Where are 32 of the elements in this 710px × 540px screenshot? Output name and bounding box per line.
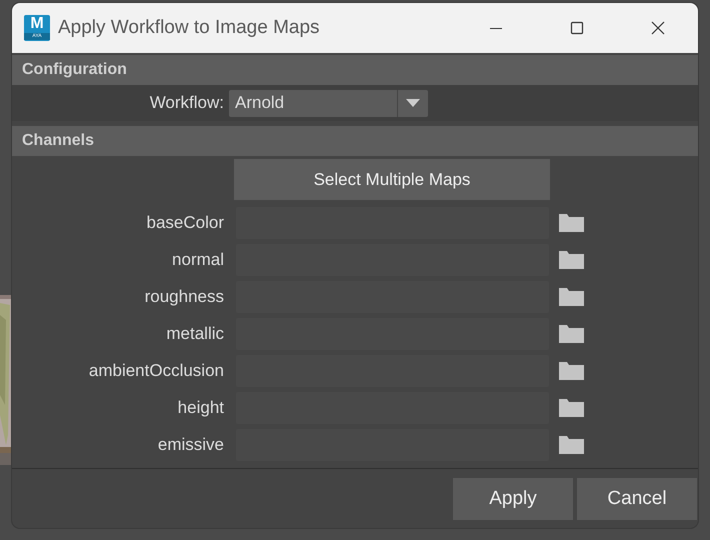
folder-icon xyxy=(559,214,584,232)
dialog-button[interactable]: Apply xyxy=(453,478,573,520)
browse-button[interactable] xyxy=(559,398,584,416)
browse-button[interactable] xyxy=(559,436,584,454)
select-maps-button[interactable]: Select Multiple Maps xyxy=(234,159,550,200)
folder-icon xyxy=(559,362,584,380)
folder-icon xyxy=(559,436,584,454)
window-title: Apply Workflow to Image Maps xyxy=(58,17,320,39)
maximize-icon xyxy=(570,21,584,35)
browse-button[interactable] xyxy=(559,362,584,380)
channel-label: ambientOcclusion xyxy=(88,360,224,380)
browse-button[interactable] xyxy=(559,288,584,306)
channel-label: normal xyxy=(171,250,224,270)
folder-icon xyxy=(559,324,584,342)
folder-icon xyxy=(559,250,584,268)
field-label: Workflow: xyxy=(148,93,224,113)
section-header[interactable]: Channels xyxy=(12,126,698,156)
browse-button[interactable] xyxy=(559,214,584,232)
close-icon xyxy=(650,21,664,35)
browse-button[interactable] xyxy=(559,324,584,342)
folder-icon xyxy=(559,288,584,306)
browse-button[interactable] xyxy=(559,250,584,268)
channel-label: height xyxy=(176,398,224,418)
folder-icon xyxy=(559,398,584,416)
channel-label: baseColor xyxy=(146,212,224,232)
channel-label: metallic xyxy=(165,324,224,344)
dialog-button[interactable]: Cancel xyxy=(577,478,697,520)
workflow-dropdown[interactable]: Arnold xyxy=(229,90,428,116)
caret-icon xyxy=(406,99,420,107)
section-header[interactable]: Configuration xyxy=(12,55,698,85)
channel-label: roughness xyxy=(144,286,224,306)
channel-label: emissive xyxy=(156,434,224,454)
